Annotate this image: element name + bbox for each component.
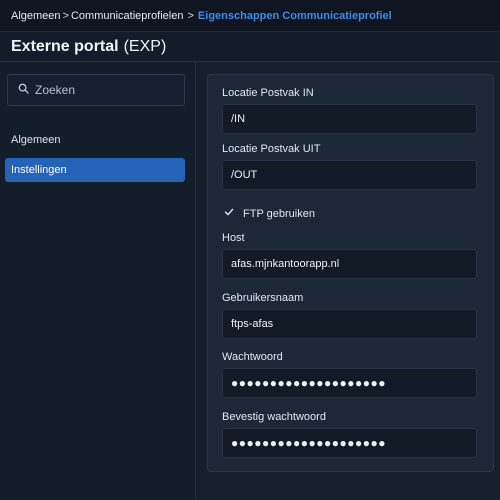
page-title-code: (EXP)	[123, 37, 167, 55]
check-icon	[222, 207, 243, 220]
confirm-password-field[interactable]: ●●●●●●●●●●●●●●●●●●●●	[222, 428, 477, 458]
breadcrumb-item-communicatieprofielen[interactable]: Communicatieprofielen	[71, 10, 184, 22]
outbox-value: /OUT	[231, 169, 258, 181]
username-value: ftps-afas	[231, 318, 274, 330]
confirm-password-value: ●●●●●●●●●●●●●●●●●●●●	[231, 436, 386, 450]
outbox-field[interactable]: /OUT	[222, 160, 477, 190]
page-title: Externe portal	[11, 37, 119, 55]
ftp-label: FTP gebruiken	[243, 207, 315, 220]
inbox-label: Locatie Postvak IN	[222, 87, 314, 99]
sidebar-item-label: Algemeen	[11, 134, 61, 146]
username-label: Gebruikersnaam	[222, 292, 304, 304]
settings-panel: Locatie Postvak IN /IN Locatie Postvak U…	[207, 74, 494, 472]
host-value: afas.mjnkantoorapp.nl	[231, 258, 340, 270]
sidebar-item-instellingen[interactable]: Instellingen	[5, 158, 185, 182]
search-box[interactable]	[7, 74, 185, 106]
ftp-checkbox[interactable]: FTP gebruiken	[222, 207, 315, 220]
breadcrumb: Algemeen > Communicatieprofielen > Eigen…	[0, 0, 500, 32]
page-header: Externe portal (EXP)	[0, 32, 500, 62]
sidebar-item-label: Instellingen	[11, 164, 67, 176]
search-icon	[18, 81, 29, 99]
breadcrumb-item-algemeen[interactable]: Algemeen	[11, 10, 61, 22]
inbox-field[interactable]: /IN	[222, 104, 477, 134]
sidebar-item-algemeen[interactable]: Algemeen	[5, 128, 185, 152]
main-content: Locatie Postvak IN /IN Locatie Postvak U…	[197, 62, 500, 500]
password-value: ●●●●●●●●●●●●●●●●●●●●	[231, 376, 386, 390]
sidebar: Algemeen Instellingen	[0, 62, 196, 500]
breadcrumb-current: Eigenschappen Communicatieprofiel	[197, 9, 392, 22]
username-field[interactable]: ftps-afas	[222, 309, 477, 339]
password-field[interactable]: ●●●●●●●●●●●●●●●●●●●●	[222, 368, 477, 398]
confirm-password-label: Bevestig wachtwoord	[222, 411, 326, 423]
host-label: Host	[222, 232, 245, 244]
breadcrumb-separator: >	[62, 9, 69, 22]
breadcrumb-separator: >	[187, 9, 194, 22]
search-input[interactable]	[35, 83, 175, 97]
password-label: Wachtwoord	[222, 351, 283, 363]
host-field[interactable]: afas.mjnkantoorapp.nl	[222, 249, 477, 279]
outbox-label: Locatie Postvak UIT	[222, 143, 321, 155]
inbox-value: /IN	[231, 113, 246, 125]
